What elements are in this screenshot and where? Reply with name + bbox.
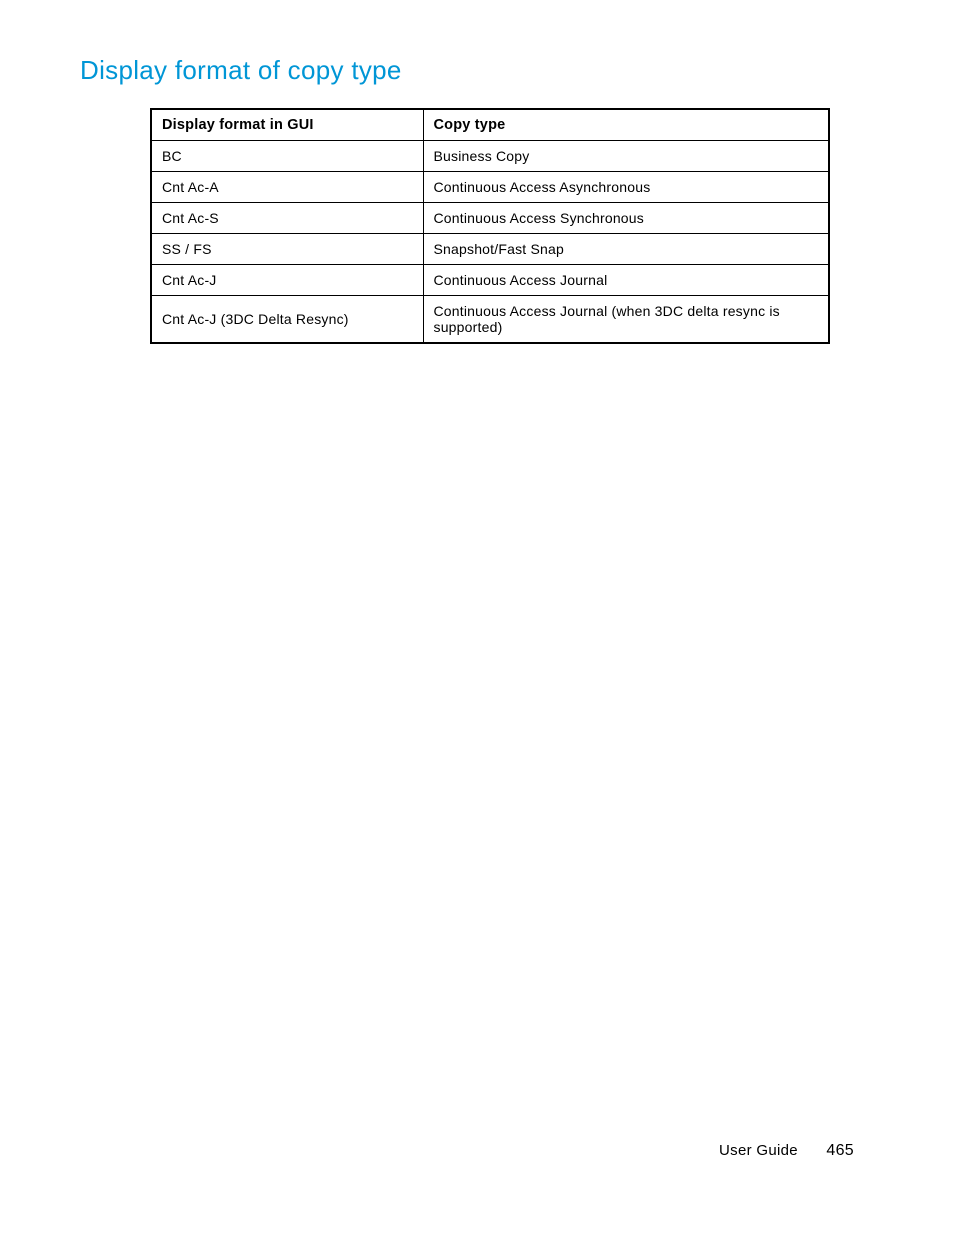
cell-copy-type: Continuous Access Asynchronous (423, 172, 829, 203)
copy-type-table: Display format in GUI Copy type BC Busin… (150, 108, 830, 344)
cell-copy-type: Continuous Access Journal (when 3DC delt… (423, 296, 829, 344)
table-header-row: Display format in GUI Copy type (151, 109, 829, 141)
header-copy-type: Copy type (423, 109, 829, 141)
cell-display-format: Cnt Ac-J (3DC Delta Resync) (151, 296, 423, 344)
table-row: Cnt Ac-S Continuous Access Synchronous (151, 203, 829, 234)
table-row: Cnt Ac-J Continuous Access Journal (151, 265, 829, 296)
cell-copy-type: Continuous Access Synchronous (423, 203, 829, 234)
cell-copy-type: Snapshot/Fast Snap (423, 234, 829, 265)
table-row: BC Business Copy (151, 141, 829, 172)
page-number: 465 (826, 1142, 854, 1160)
cell-display-format: Cnt Ac-A (151, 172, 423, 203)
cell-display-format: BC (151, 141, 423, 172)
table-row: Cnt Ac-A Continuous Access Asynchronous (151, 172, 829, 203)
table-container: Display format in GUI Copy type BC Busin… (150, 108, 874, 344)
section-heading: Display format of copy type (80, 55, 874, 86)
cell-display-format: Cnt Ac-S (151, 203, 423, 234)
cell-display-format: SS / FS (151, 234, 423, 265)
page-footer: User Guide 465 (719, 1142, 854, 1160)
cell-display-format: Cnt Ac-J (151, 265, 423, 296)
cell-copy-type: Continuous Access Journal (423, 265, 829, 296)
table-row: SS / FS Snapshot/Fast Snap (151, 234, 829, 265)
header-display-format: Display format in GUI (151, 109, 423, 141)
footer-label: User Guide (719, 1142, 798, 1159)
cell-copy-type: Business Copy (423, 141, 829, 172)
table-row: Cnt Ac-J (3DC Delta Resync) Continuous A… (151, 296, 829, 344)
